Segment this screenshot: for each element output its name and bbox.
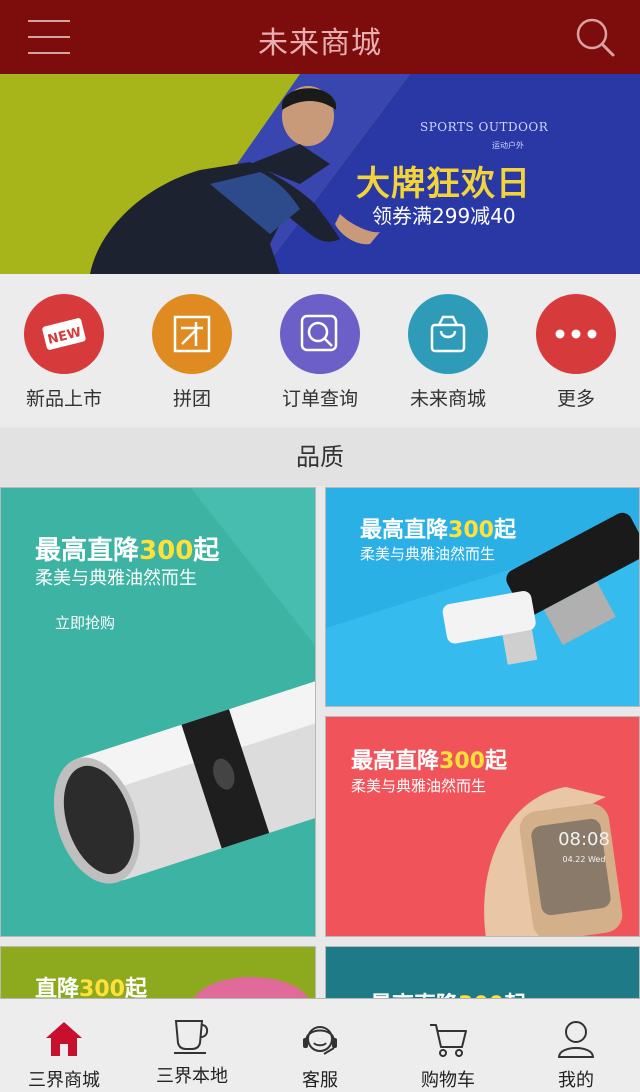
product-card-5[interactable]: 最高直降300起 bbox=[325, 946, 640, 1006]
headset-icon bbox=[303, 1026, 337, 1055]
quick-item-more[interactable]: 更多 bbox=[521, 294, 631, 411]
quick-label: 订单查询 bbox=[281, 388, 358, 410]
headline-number: 300 bbox=[439, 749, 485, 774]
page-title: 未来商城 bbox=[258, 26, 382, 61]
banner-coupon: 领券满299减40 bbox=[372, 204, 516, 228]
svg-text:04.22 Wed: 04.22 Wed bbox=[563, 855, 606, 864]
cup-icon bbox=[174, 1020, 209, 1054]
tab-mine[interactable]: 我的 bbox=[512, 999, 640, 1092]
quick-item-order-search[interactable]: 订单查询 bbox=[265, 294, 375, 411]
buy-now-link[interactable]: 立即抢购 bbox=[55, 612, 115, 633]
quick-item-group[interactable]: 拼团 bbox=[137, 294, 247, 411]
headline-text: 最高直降 bbox=[360, 518, 449, 543]
quick-label: 新品上市 bbox=[25, 388, 102, 410]
quick-nav: NEW 新品上市 拼团 订单查询 未来商城 更多 bbox=[0, 274, 640, 426]
group-icon bbox=[152, 294, 232, 374]
order-search-icon bbox=[280, 294, 360, 374]
tab-customer-service[interactable]: 客服 bbox=[256, 999, 384, 1092]
headline-suffix: 起 bbox=[193, 536, 220, 566]
section-title: 品质 bbox=[0, 428, 640, 486]
tab-label: 购物车 bbox=[421, 1070, 475, 1091]
quick-item-mall[interactable]: 未来商城 bbox=[393, 294, 503, 411]
product-card-speaker[interactable]: 最高直降300起 柔美与典雅油然而生 立即抢购 bbox=[0, 487, 316, 937]
product-card-band[interactable]: 08:08 04.22 Wed 最高直降300起 柔美与典雅油然而生 bbox=[325, 716, 640, 937]
product-headline: 最高直降300起 bbox=[360, 512, 516, 544]
banner-sub-chinese: 运动户外 bbox=[492, 141, 524, 150]
product-card-usb[interactable]: 最高直降300起 柔美与典雅油然而生 bbox=[325, 487, 640, 707]
svg-text:08:08: 08:08 bbox=[558, 829, 610, 850]
tab-cart[interactable]: 购物车 bbox=[384, 999, 512, 1092]
product-card-4[interactable]: 直降300起 bbox=[0, 946, 316, 1006]
top-header: 未来商城 bbox=[0, 0, 640, 74]
headline-text: 最高直降 bbox=[351, 749, 440, 774]
tab-label: 三界本地 bbox=[156, 1066, 228, 1087]
cart-icon bbox=[430, 1024, 467, 1057]
product-headline: 最高直降300起 bbox=[351, 743, 507, 775]
search-icon[interactable] bbox=[574, 16, 616, 58]
product-subtitle: 柔美与典雅油然而生 bbox=[351, 777, 487, 795]
promo-banner[interactable]: SPORTS OUTDOOR 运动户外 大牌狂欢日 领券满299减40 bbox=[0, 74, 640, 274]
user-icon bbox=[557, 1021, 595, 1058]
product-headline: 最高直降300起 bbox=[35, 530, 219, 567]
headline-number: 300 bbox=[139, 536, 194, 566]
tab-label: 三界商城 bbox=[28, 1070, 100, 1091]
quick-label: 拼团 bbox=[172, 388, 211, 410]
banner-headline: 大牌狂欢日 bbox=[356, 164, 531, 204]
quick-label: 未来商城 bbox=[409, 388, 486, 410]
tab-sanjie-mall[interactable]: 三界商城 bbox=[0, 999, 128, 1092]
headline-suffix: 起 bbox=[493, 518, 516, 543]
product-subtitle: 柔美与典雅油然而生 bbox=[35, 568, 197, 589]
banner-sub-english: SPORTS OUTDOOR bbox=[420, 120, 549, 134]
headline-number: 300 bbox=[448, 518, 494, 543]
home-icon bbox=[46, 1022, 82, 1056]
tab-sanjie-local[interactable]: 三界本地 bbox=[128, 999, 256, 1092]
quick-label: 更多 bbox=[556, 388, 595, 410]
quick-item-new[interactable]: NEW 新品上市 bbox=[9, 294, 119, 411]
headline-text: 最高直降 bbox=[35, 536, 140, 566]
headline-suffix: 起 bbox=[484, 749, 507, 774]
new-badge-icon: NEW bbox=[24, 294, 104, 374]
shopping-bag-icon bbox=[408, 294, 488, 374]
product-subtitle: 柔美与典雅油然而生 bbox=[360, 545, 496, 563]
more-icon bbox=[536, 294, 616, 374]
bottom-tab-bar: 三界商城 三界本地 客服 购物车 我的 bbox=[0, 998, 640, 1092]
tab-label: 我的 bbox=[558, 1070, 594, 1091]
tab-label: 客服 bbox=[302, 1070, 338, 1091]
